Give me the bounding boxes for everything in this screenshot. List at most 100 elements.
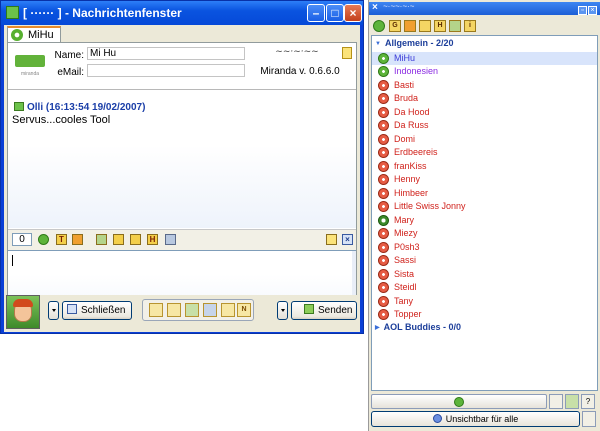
tab-strip: MiHu bbox=[4, 25, 360, 42]
contact-row[interactable]: P0sh3 bbox=[372, 241, 597, 254]
name-field[interactable]: Mi Hu bbox=[87, 47, 245, 60]
page-tool-icon[interactable] bbox=[221, 303, 235, 317]
note-icon[interactable] bbox=[326, 234, 337, 245]
history-h-icon[interactable]: H bbox=[434, 20, 446, 32]
restore-button[interactable]: ▫ bbox=[578, 6, 587, 15]
app-icon bbox=[6, 6, 19, 19]
maximize-button[interactable]: □ bbox=[326, 4, 344, 22]
contact-row[interactable]: MiHu bbox=[372, 51, 597, 65]
smiley-tool-icon[interactable] bbox=[149, 303, 163, 317]
groups-icon[interactable] bbox=[449, 20, 461, 32]
offline-status-icon bbox=[378, 106, 389, 118]
contact-row[interactable]: Mary bbox=[372, 214, 597, 227]
offline-status-icon bbox=[378, 282, 389, 293]
close-list-button[interactable]: × bbox=[588, 6, 597, 15]
offline-status-icon bbox=[378, 228, 389, 239]
status-button-1[interactable] bbox=[549, 394, 563, 409]
color-icon[interactable] bbox=[72, 234, 83, 245]
close-button[interactable]: Schließen bbox=[62, 301, 132, 320]
contact-name: Domi bbox=[394, 133, 416, 144]
send-button[interactable]: Senden bbox=[291, 301, 357, 320]
sound-icon[interactable] bbox=[404, 20, 416, 32]
contact-row[interactable]: Da Russ bbox=[372, 119, 597, 132]
notes-icon[interactable] bbox=[342, 47, 352, 59]
close-options-dropdown[interactable] bbox=[48, 301, 59, 320]
contact-name: Erdbeereis bbox=[394, 147, 438, 157]
tab-label: MiHu bbox=[28, 29, 54, 41]
contact-row[interactable]: Domi bbox=[372, 133, 597, 146]
contact-name: Himbeer bbox=[394, 187, 429, 198]
send-options-dropdown[interactable] bbox=[277, 301, 288, 320]
group-header[interactable]: ▼ Allgemein - 2/20 bbox=[375, 38, 453, 51]
close-window-button[interactable]: × bbox=[344, 4, 362, 22]
n-tool-icon[interactable]: N bbox=[237, 303, 251, 317]
find-icon[interactable] bbox=[419, 20, 431, 32]
table-tool-icon[interactable] bbox=[185, 303, 199, 317]
contact-row[interactable]: Tany bbox=[372, 295, 597, 308]
contact-name: Tany bbox=[394, 295, 414, 306]
contact-info-header: miranda Name: Mi Hu eMail: ~~·~·~~ Miran… bbox=[8, 43, 356, 90]
contact-row[interactable]: Steidl bbox=[372, 281, 597, 294]
contact-row[interactable]: franKiss bbox=[372, 160, 597, 173]
contact-name: Da Russ bbox=[394, 120, 429, 130]
history-h-icon[interactable]: H bbox=[147, 234, 158, 245]
status-selector[interactable] bbox=[371, 394, 547, 409]
invisible-status-icon bbox=[378, 214, 389, 226]
offline-status-icon bbox=[378, 93, 389, 104]
picture-icon[interactable] bbox=[165, 234, 176, 245]
tab-mihu[interactable]: MiHu bbox=[7, 26, 61, 42]
contact-row[interactable]: Topper bbox=[372, 308, 597, 321]
group-header[interactable]: ▶ AOL Buddies - 0/0 bbox=[375, 322, 461, 335]
contact-row[interactable]: Henny bbox=[372, 173, 597, 186]
contact-name: Mary bbox=[394, 214, 414, 225]
char-counter: 0 bbox=[12, 233, 32, 246]
contact-row[interactable]: Indonesien bbox=[372, 65, 597, 78]
file-icon[interactable] bbox=[113, 234, 124, 245]
details-icon[interactable] bbox=[130, 234, 141, 245]
action-bar: Schließen N Senden bbox=[4, 295, 360, 332]
info-icon[interactable]: i bbox=[464, 20, 476, 32]
contact-row[interactable]: Little Swiss Jonny bbox=[372, 200, 597, 213]
font-icon[interactable]: T bbox=[56, 234, 67, 245]
contact-row[interactable]: Sista bbox=[372, 268, 597, 281]
status-button-2[interactable] bbox=[565, 394, 579, 409]
minimize-button[interactable]: – bbox=[307, 4, 325, 22]
contact-name: Topper bbox=[394, 309, 422, 319]
contact-row[interactable]: Sassi bbox=[372, 254, 597, 267]
message-sender: Olli (16:13:54 19/02/2007) bbox=[14, 102, 145, 113]
help-icon[interactable]: ? bbox=[581, 394, 595, 409]
link-tool-icon[interactable] bbox=[203, 303, 217, 317]
contact-row[interactable]: Da Hood bbox=[372, 106, 597, 119]
invisible-icon bbox=[432, 414, 442, 423]
contact-name: Little Swiss Jonny bbox=[394, 201, 466, 211]
contact-row[interactable]: Basti bbox=[372, 79, 597, 92]
visibility-bar: Unsichtbar für alle bbox=[371, 411, 598, 428]
online-status-icon bbox=[378, 66, 389, 77]
history-icon[interactable] bbox=[96, 234, 107, 245]
contact-tree[interactable]: ▼ Allgemein - 2/20 MiHu Indonesien Basti Brud… bbox=[371, 35, 598, 391]
offline-status-icon bbox=[378, 160, 389, 172]
options-icon[interactable]: G bbox=[389, 20, 401, 32]
send-button-label: Senden bbox=[318, 305, 353, 316]
contact-list-title-logo: ~·~~·~·~ bbox=[383, 2, 415, 11]
emoticon-icon[interactable] bbox=[38, 234, 49, 245]
contact-row[interactable]: Miezy bbox=[372, 227, 597, 240]
contact-list-toolbar: G H i bbox=[369, 18, 600, 34]
title-bar[interactable]: [ ······ ] - Nachrichtenfenster – □ × bbox=[1, 1, 363, 25]
contact-row[interactable]: Bruda bbox=[372, 92, 597, 105]
invisible-for-all-button[interactable]: Unsichtbar für alle bbox=[371, 411, 580, 427]
email-field[interactable] bbox=[87, 64, 245, 77]
title-buttons: ▫ × bbox=[577, 3, 597, 15]
contact-row[interactable]: Himbeer bbox=[372, 187, 597, 200]
name-label: Name: bbox=[54, 50, 84, 61]
close-list-icon[interactable]: × bbox=[372, 3, 382, 13]
contact-list-title-bar[interactable]: × ~·~~·~·~ ▫ × bbox=[369, 2, 600, 15]
avatar[interactable] bbox=[6, 295, 40, 329]
offline-status-icon bbox=[378, 133, 389, 145]
contact-row[interactable]: Erdbeereis bbox=[372, 146, 597, 159]
list-tool-icon[interactable] bbox=[167, 303, 181, 317]
close-tab-icon[interactable]: × bbox=[342, 234, 353, 245]
visibility-options-button[interactable] bbox=[582, 411, 596, 427]
message-log[interactable]: Olli (16:13:54 19/02/2007) Servus...cool… bbox=[8, 90, 356, 228]
main-menu-icon[interactable] bbox=[373, 20, 385, 32]
